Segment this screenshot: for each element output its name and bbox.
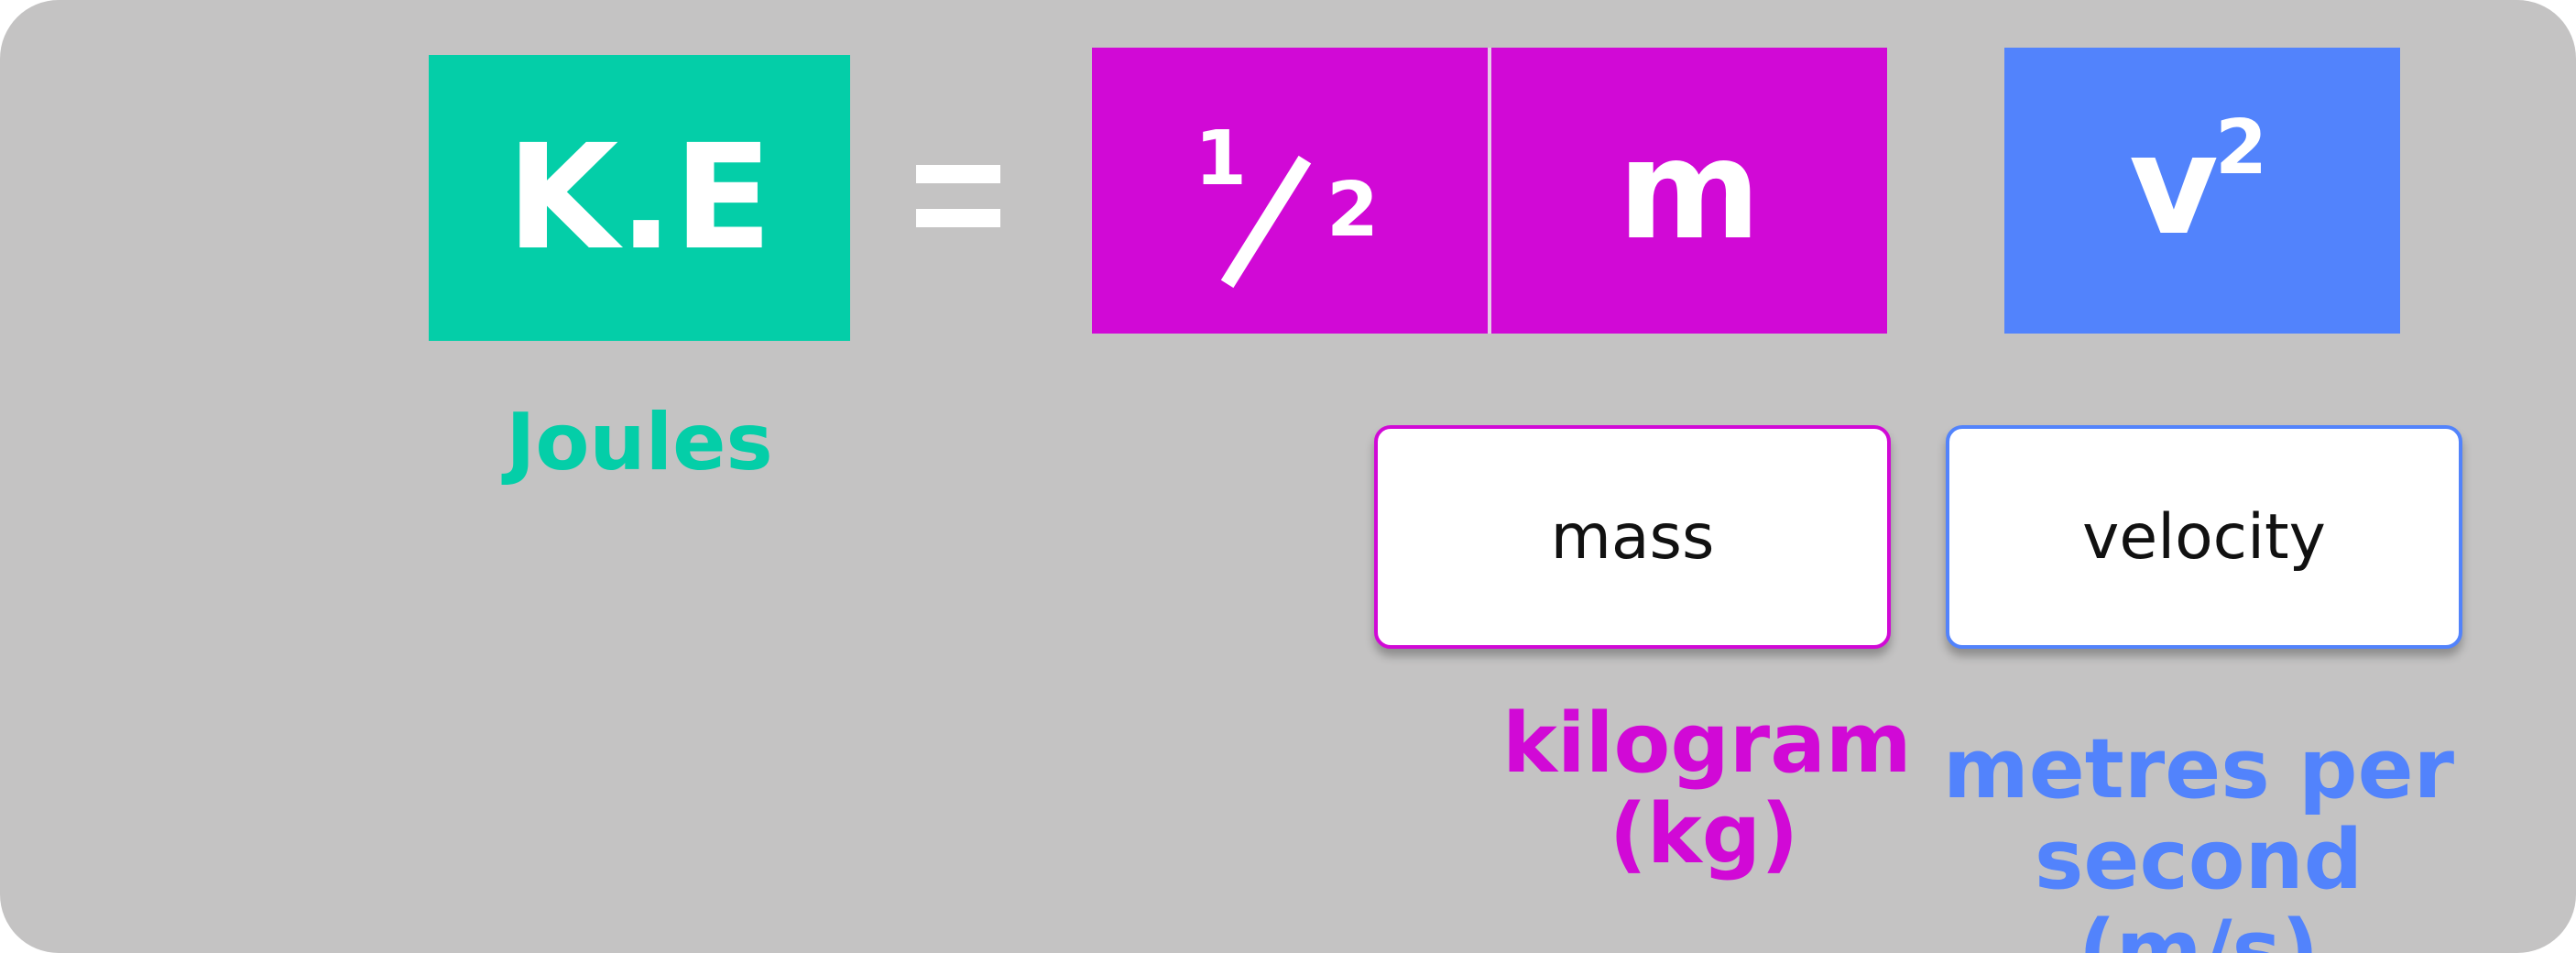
velocity-card: velocity — [1946, 425, 2462, 649]
kinetic-energy-box: K.E — [429, 55, 850, 341]
fraction-denominator: 2 — [1326, 167, 1380, 254]
fraction-numerator: 1 — [1195, 115, 1248, 203]
energy-unit-label: Joules — [506, 397, 773, 488]
mass-symbol-box: m — [1491, 48, 1887, 334]
mass-symbol: m — [1617, 111, 1762, 270]
mass-unit-line1: kilogram — [1502, 696, 1912, 792]
velocity-symbol: v — [2129, 106, 2219, 266]
equals-sign: = — [916, 147, 1008, 247]
velocity-exponent: 2 — [2215, 104, 2268, 192]
mass-card-label: mass — [1550, 500, 1715, 574]
mass-card: mass — [1374, 425, 1891, 649]
velocity-unit-label: metres per second (m/s) — [1915, 724, 2483, 953]
mass-unit-line2: (kg) — [1609, 786, 1799, 882]
half-fraction-box: 1 2 — [1092, 48, 1488, 334]
velocity-squared-box: v 2 — [2004, 48, 2400, 334]
mass-unit-label: kilogram (kg) — [1502, 696, 1912, 882]
velocity-card-label: velocity — [2082, 500, 2326, 574]
velocity-unit-line1: metres per — [1942, 721, 2455, 817]
kinetic-energy-symbol: K.E — [506, 114, 773, 282]
velocity-unit-line2: second (m/s) — [2034, 812, 2363, 953]
diagram-panel: K.E = 1 2 m v 2 Joules mass velocity kil… — [0, 0, 2576, 953]
